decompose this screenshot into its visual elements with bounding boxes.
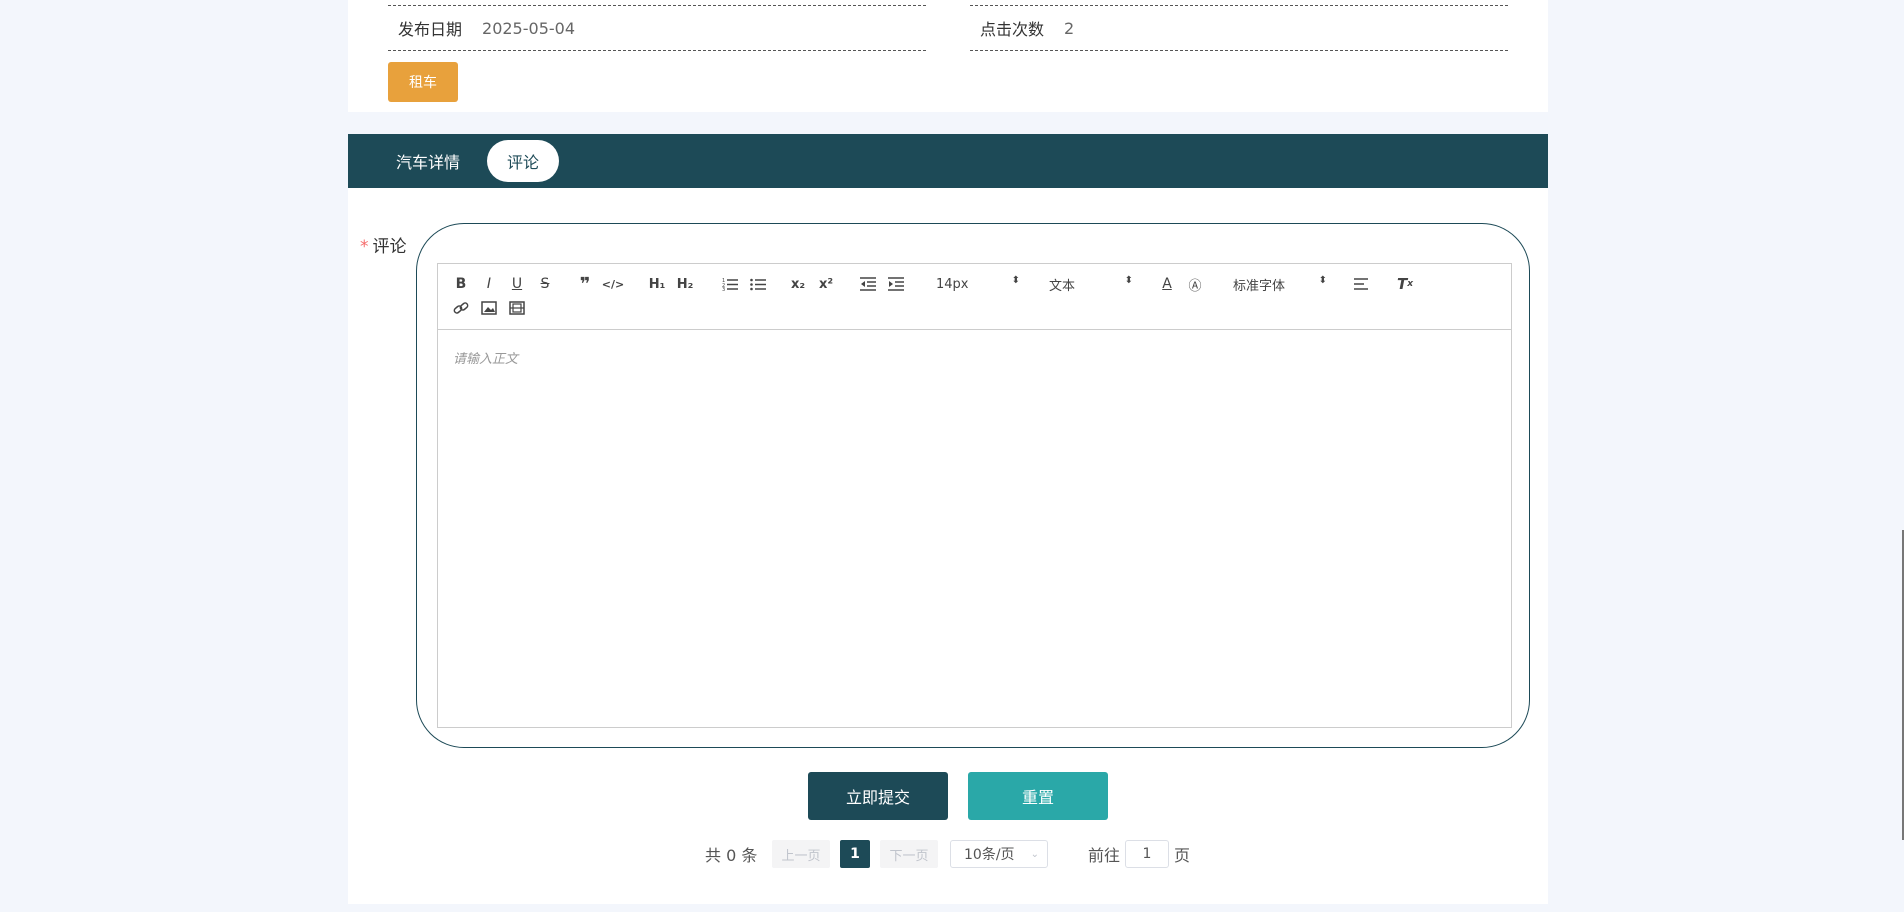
font-family-picker[interactable]: 标准字体 ⬍ xyxy=(1233,273,1327,295)
background-color-icon[interactable]: Ⓐ xyxy=(1186,273,1204,295)
page-size-select[interactable]: 10条/页 ⌄ xyxy=(950,840,1048,868)
pagination-total: 共 0 条 xyxy=(705,846,758,865)
superscript-button[interactable]: x² xyxy=(816,273,836,295)
goto-suffix: 页 xyxy=(1174,846,1191,865)
page-number-1[interactable]: 1 xyxy=(840,840,870,868)
blockquote-icon[interactable]: ❞ xyxy=(575,273,595,295)
header-picker-value: 文本 xyxy=(1049,278,1076,294)
clear-format-icon[interactable]: Tx xyxy=(1395,273,1415,295)
outdent-icon[interactable] xyxy=(859,273,877,295)
tab-car-details[interactable]: 汽车详情 xyxy=(368,140,488,182)
comment-form-label: * 评论 xyxy=(360,232,407,257)
next-page-button[interactable]: 下一页 xyxy=(880,840,938,868)
required-mark: * xyxy=(360,237,369,257)
clicks-value: 2 xyxy=(1064,18,1075,38)
bullet-list-icon[interactable] xyxy=(749,273,767,295)
header-picker[interactable]: 文本 ⬍ xyxy=(1049,273,1133,295)
editor-content[interactable]: 请输入正文 xyxy=(453,348,518,367)
ordered-list-icon[interactable]: 123 xyxy=(721,273,739,295)
font-size-value: 14px xyxy=(936,276,969,292)
align-icon[interactable] xyxy=(1353,273,1371,295)
link-icon[interactable] xyxy=(452,297,470,319)
video-icon[interactable] xyxy=(508,297,526,319)
strike-button[interactable]: S xyxy=(536,273,554,295)
underline-button[interactable]: U xyxy=(508,273,526,295)
submit-button[interactable]: 立即提交 xyxy=(808,772,948,820)
header1-button[interactable]: H₁ xyxy=(646,273,668,295)
image-icon[interactable] xyxy=(480,297,498,319)
clicks-row: 点击次数 2 xyxy=(970,5,1508,51)
publish-date-value: 2025-05-04 xyxy=(482,18,575,38)
prev-page-button[interactable]: 上一页 xyxy=(772,840,830,868)
italic-button[interactable]: I xyxy=(480,273,498,295)
publish-date-row: 发布日期 2025-05-04 xyxy=(388,5,926,51)
reset-button[interactable]: 重置 xyxy=(968,772,1108,820)
chevron-updown-icon: ⬍ xyxy=(1011,275,1020,286)
chevron-updown-icon: ⬍ xyxy=(1318,275,1327,286)
tab-comments[interactable]: 评论 xyxy=(487,140,559,182)
page-size-value: 10条/页 xyxy=(964,847,1015,863)
goto-page-input[interactable]: 1 xyxy=(1125,840,1169,868)
svg-text:3: 3 xyxy=(722,287,725,291)
publish-date-label: 发布日期 xyxy=(398,20,463,39)
editor-toolbar: B I U S ❞ </> H₁ H₂ 123 x₂ x² 14px ⬍ 文本 … xyxy=(438,264,1511,330)
bold-button[interactable]: B xyxy=(452,273,470,295)
chevron-down-icon: ⌄ xyxy=(1030,848,1039,860)
indent-icon[interactable] xyxy=(887,273,905,295)
comment-label: 评论 xyxy=(372,237,407,257)
goto-prefix: 前往 xyxy=(1088,846,1121,865)
tab-bar: 汽车详情 评论 xyxy=(348,134,1548,188)
header2-button[interactable]: H₂ xyxy=(674,273,696,295)
rich-text-editor: B I U S ❞ </> H₁ H₂ 123 x₂ x² 14px ⬍ 文本 … xyxy=(437,263,1512,728)
rent-button[interactable]: 租车 xyxy=(388,62,458,102)
font-size-picker[interactable]: 14px ⬍ xyxy=(936,273,1020,295)
subscript-button[interactable]: x₂ xyxy=(788,273,808,295)
chevron-updown-icon: ⬍ xyxy=(1124,275,1133,286)
text-color-icon[interactable]: A xyxy=(1158,273,1176,295)
clicks-label: 点击次数 xyxy=(980,20,1045,39)
code-block-icon[interactable]: </> xyxy=(602,273,624,295)
font-family-value: 标准字体 xyxy=(1233,278,1286,294)
